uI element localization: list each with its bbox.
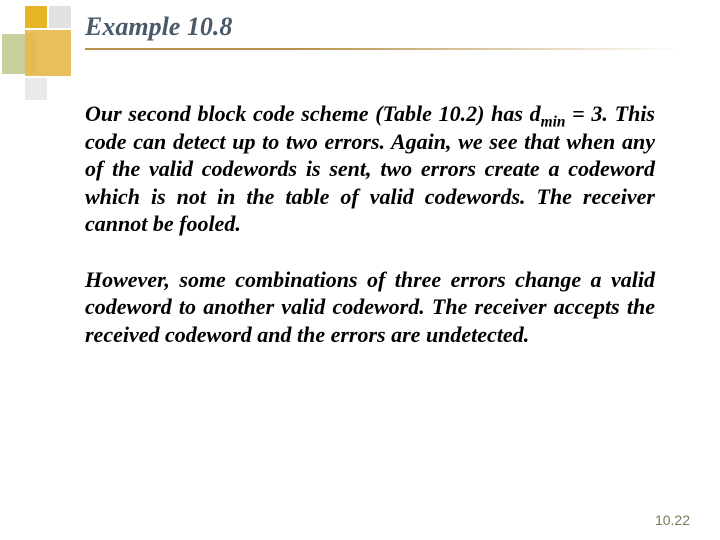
slide-number: 10.22 [655, 512, 690, 528]
slide-body: Our second block code scheme (Table 10.2… [85, 100, 655, 376]
deco-square-gold-big [25, 30, 71, 76]
title-underline [85, 48, 685, 50]
p1-text-a: Our second block code scheme (Table 10.2… [85, 101, 541, 126]
slide-title: Example 10.8 [85, 12, 232, 42]
deco-square-olive [2, 34, 36, 74]
deco-square-grey-top [49, 6, 71, 28]
deco-square-gold-small [25, 6, 47, 28]
slide-decoration [0, 0, 90, 110]
paragraph-2: However, some combinations of three erro… [85, 266, 655, 349]
paragraph-1: Our second block code scheme (Table 10.2… [85, 100, 655, 238]
deco-square-grey-bottom [25, 78, 47, 100]
